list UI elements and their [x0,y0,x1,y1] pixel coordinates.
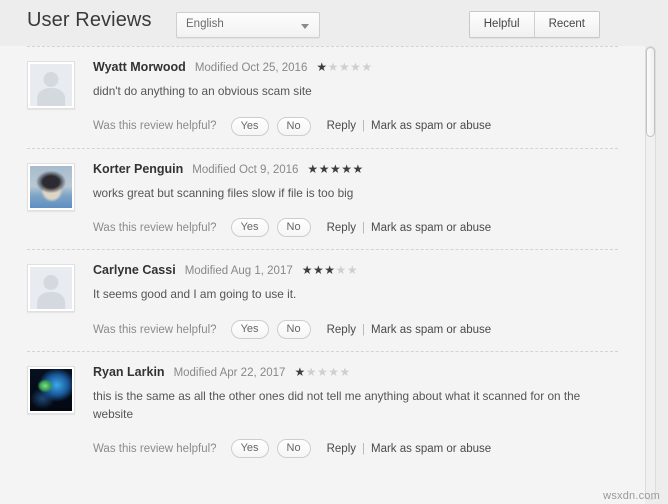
star-icon: ★ [313,263,325,278]
avatar [27,366,75,415]
review-body: Korter Penguin Modified Oct 9, 2016 ★★★★★ w… [93,161,618,238]
star-icon: ★ [350,60,362,74]
helpful-no-button[interactable]: No [276,116,311,136]
sort-helpful-button[interactable]: Helpful [469,12,534,37]
helpful-question: Was this review helpful? [93,442,217,455]
review-rating-stars: ★★★★★ [302,264,358,276]
avatar [27,264,75,313]
star-icon: ★ [301,263,314,278]
star-icon: ★ [361,60,373,74]
helpful-no-button[interactable]: No [276,320,311,340]
review-modified-date: Modified Apr 22, 2017 [173,367,286,380]
mark-as-spam-link[interactable]: Mark as spam or abuse [371,120,491,132]
review-text: It seems good and I am going to use it. [93,287,297,302]
user-reviews-page: User Reviews English Helpful Recent Wyat… [0,0,668,504]
review-header: Korter Penguin Modified Oct 9, 2016 ★★★★★ [93,162,618,176]
review-item: Carlyne Cassi Modified Aug 1, 2017 ★★★★★ It… [27,249,618,351]
avatar [27,162,75,211]
review-author: Ryan Larkin [93,365,165,380]
chevron-down-icon [301,24,309,29]
review-modified-date: Modified Oct 9, 2016 [192,163,299,176]
helpful-yes-button[interactable]: Yes [230,320,269,340]
star-icon: ★ [335,263,347,278]
mark-as-spam-link[interactable]: Mark as spam or abuse [371,443,491,455]
reviews-header: User Reviews English Helpful Recent [0,0,668,46]
review-header: Ryan Larkin Modified Apr 22, 2017 ★★★★★ [93,365,618,379]
review-item: Wyatt Morwood Modified Oct 25, 2016 ★★★★★ d… [27,46,618,148]
star-icon: ★ [307,161,319,176]
helpful-no-button[interactable]: No [276,439,311,459]
review-author: Korter Penguin [93,161,184,176]
review-modified-date: Modified Aug 1, 2017 [184,265,293,278]
reply-link[interactable]: Reply [327,443,356,455]
sort-toggle-group: Helpful Recent [468,11,600,38]
review-helpful-row: Was this review helpful? Yes No Reply | Mark … [93,320,618,340]
star-icon: ★ [329,161,342,176]
star-icon: ★ [318,161,330,176]
review-body: Carlyne Cassi Modified Aug 1, 2017 ★★★★★ It… [93,262,618,340]
avatar [27,61,75,109]
star-icon: ★ [338,60,351,74]
mark-as-spam-link[interactable]: Mark as spam or abuse [371,222,491,234]
review-helpful-row: Was this review helpful? Yes No Reply | Mark … [93,439,618,459]
star-icon: ★ [324,263,336,278]
review-item: Korter Penguin Modified Oct 9, 2016 ★★★★★ w… [27,147,618,250]
scrollbar-thumb[interactable] [646,47,655,137]
link-divider: | [362,221,365,234]
language-select[interactable]: English [176,12,320,38]
review-header: Wyatt Morwood Modified Oct 25, 2016 ★★★★★ [93,60,618,74]
review-inner: Korter Penguin Modified Oct 9, 2016 ★★★★★ w… [27,161,618,238]
star-icon: ★ [327,60,339,74]
review-inner: Ryan Larkin Modified Apr 22, 2017 ★★★★★ thi… [27,364,618,459]
helpful-yes-button[interactable]: Yes [230,218,269,238]
helpful-question: Was this review helpful? [93,323,217,336]
review-rating-stars: ★★★★★ [307,163,363,175]
star-icon: ★ [352,161,364,176]
helpful-no-button[interactable]: No [276,218,311,238]
review-text: works great but scanning files slow if f… [93,185,354,200]
sort-recent-button[interactable]: Recent [533,12,599,37]
star-icon: ★ [339,365,351,380]
helpful-yes-button[interactable]: Yes [230,116,269,136]
review-rating-stars: ★★★★★ [316,61,372,73]
helpful-yes-button[interactable]: Yes [230,439,269,459]
star-icon: ★ [316,365,329,380]
review-modified-date: Modified Oct 25, 2016 [194,62,308,74]
reviews-list: Wyatt Morwood Modified Oct 25, 2016 ★★★★★ d… [0,46,645,504]
review-item: Ryan Larkin Modified Apr 22, 2017 ★★★★★ thi… [27,351,618,470]
star-icon: ★ [346,263,359,278]
reply-link[interactable]: Reply [327,222,356,234]
star-icon: ★ [305,365,317,380]
star-icon: ★ [341,161,353,176]
link-divider: | [362,323,365,336]
link-divider: | [362,120,365,133]
star-icon: ★ [294,365,306,380]
review-header: Carlyne Cassi Modified Aug 1, 2017 ★★★★★ [93,263,618,277]
review-helpful-row: Was this review helpful? Yes No Reply | Mark … [93,218,618,238]
language-select-value: English [186,18,224,30]
watermark: wsxdn.com [603,490,660,502]
scrollbar-track[interactable] [645,46,656,500]
star-icon: ★ [328,365,340,380]
page-title: User Reviews [27,9,152,31]
helpful-question: Was this review helpful? [93,221,217,234]
review-helpful-row: Was this review helpful? Yes No Reply | Mark … [93,116,618,136]
mark-as-spam-link[interactable]: Mark as spam or abuse [371,324,491,336]
link-divider: | [362,442,365,455]
star-icon: ★ [316,60,328,74]
review-body: Wyatt Morwood Modified Oct 25, 2016 ★★★★★ d… [93,59,618,136]
reply-link[interactable]: Reply [327,120,356,132]
review-author: Carlyne Cassi [93,263,176,278]
review-inner: Wyatt Morwood Modified Oct 25, 2016 ★★★★★ d… [27,59,618,136]
review-inner: Carlyne Cassi Modified Aug 1, 2017 ★★★★★ It… [27,262,618,340]
reply-link[interactable]: Reply [327,324,356,336]
helpful-question: Was this review helpful? [93,120,217,133]
review-text: didn't do anything to an obvious scam si… [93,84,312,98]
review-rating-stars: ★★★★★ [294,366,350,378]
review-body: Ryan Larkin Modified Apr 22, 2017 ★★★★★ thi… [93,364,618,459]
review-text: this is the same as all the other ones d… [93,389,581,421]
review-author: Wyatt Morwood [93,60,186,74]
